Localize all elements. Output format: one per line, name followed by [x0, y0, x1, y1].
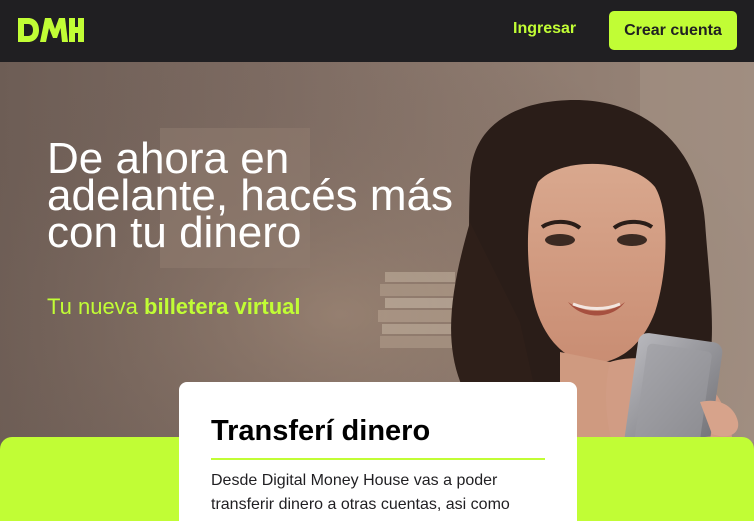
top-navbar: Ingresar Crear cuenta — [0, 0, 754, 62]
card-divider — [211, 458, 545, 460]
feature-card-transfer: Transferí dinero Desde Digital Money Hou… — [179, 382, 577, 521]
hero-title: De ahora en adelante, hacés más con tu d… — [47, 134, 454, 257]
hero-subtitle-highlight: billetera virtual — [144, 294, 301, 319]
signup-button[interactable]: Crear cuenta — [609, 11, 737, 50]
hero-subtitle-prefix: Tu nueva — [47, 294, 145, 319]
card-title: Transferí dinero — [211, 415, 431, 447]
dmh-logo[interactable] — [18, 15, 84, 45]
card-description: Desde Digital Money House vas a poder tr… — [211, 472, 510, 513]
hero-subtitle: Tu nueva billetera virtual — [47, 294, 301, 320]
login-link[interactable]: Ingresar — [513, 20, 576, 38]
